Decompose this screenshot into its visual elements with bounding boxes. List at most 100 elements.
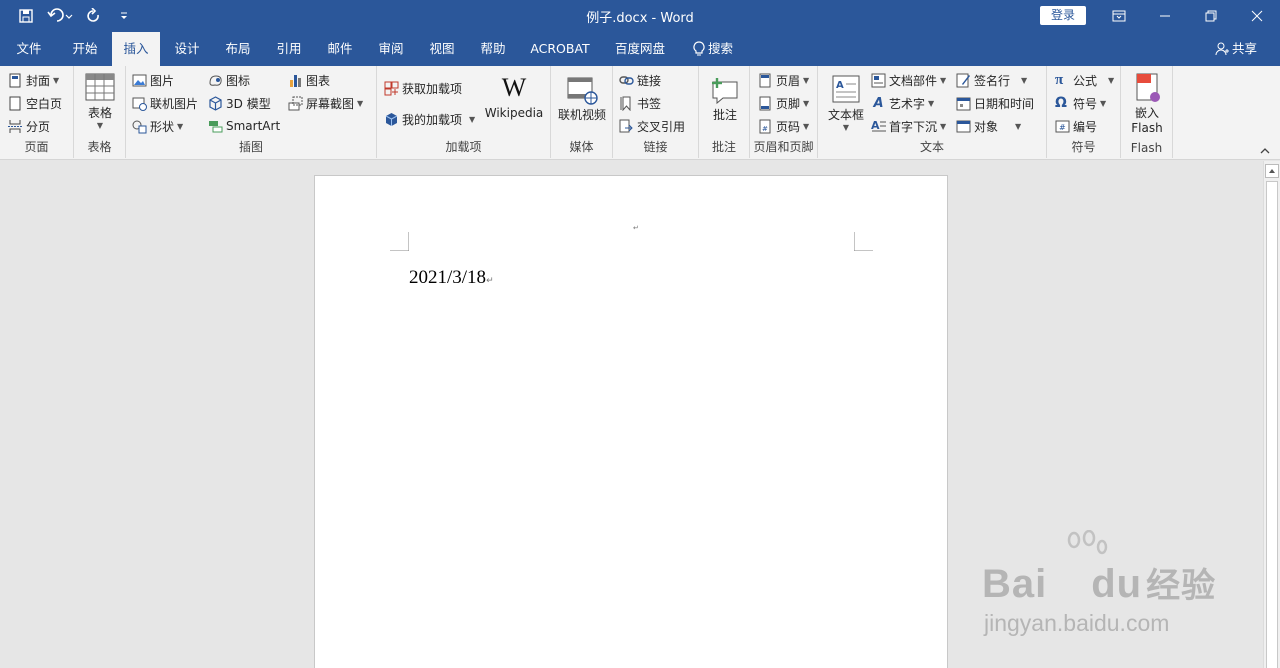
icons-icon	[208, 73, 223, 88]
ribbon-tabs: 文件 开始 插入 设计 布局 引用 邮件 审阅 视图 帮助 ACROBAT 百度…	[0, 32, 1280, 66]
watermark-brand-2: du	[1091, 562, 1143, 606]
tab-search-label: 搜索	[707, 41, 733, 56]
picture-button[interactable]: 图片	[132, 70, 174, 90]
chart-button[interactable]: 图表	[288, 70, 330, 90]
vertical-scrollbar[interactable]	[1263, 161, 1280, 668]
wordart-button[interactable]: A 艺术字 ▼	[871, 93, 934, 113]
numbering-button[interactable]: # 编号	[1055, 116, 1097, 136]
watermark-url: jingyan.baidu.com	[984, 610, 1170, 636]
wikipedia-button[interactable]: W Wikipedia	[483, 73, 545, 121]
tab-view[interactable]: 视图	[419, 32, 465, 66]
quick-parts-icon	[871, 73, 886, 88]
comment-button[interactable]: 批注	[705, 74, 745, 123]
minimize-icon[interactable]	[1142, 0, 1188, 32]
screenshot-icon	[288, 96, 303, 111]
icons-label: 图标	[226, 73, 251, 88]
textbox-button[interactable]: A 文本框 ▼	[824, 74, 868, 132]
tab-acrobat[interactable]: ACROBAT	[524, 32, 596, 66]
page-break-label: 分页	[26, 119, 51, 134]
tab-home[interactable]: 开始	[60, 32, 110, 66]
chevron-down-icon: ▼	[1108, 75, 1115, 85]
embed-flash-button[interactable]: 嵌入 Flash	[1125, 72, 1169, 135]
cover-page-button[interactable]: 封面 ▼	[8, 70, 59, 90]
group-illustrations: 图片 联机图片 形状▼ 图标 3D 模型 SmartArt 图表 屏幕截图▼	[126, 66, 377, 158]
group-header-footer-label: 页眉和页脚	[753, 140, 814, 154]
chevron-down-icon: ▼	[803, 121, 810, 131]
omega-icon: Ω	[1055, 94, 1067, 111]
textbox-label: 文本框	[827, 108, 864, 122]
embed-flash-label-2: Flash	[1131, 121, 1163, 135]
header-label: 页眉	[776, 73, 801, 88]
chevron-down-icon: ▼	[940, 75, 947, 85]
tab-help[interactable]: 帮助	[470, 32, 516, 66]
group-links: 链接 书签 交叉引用 链接	[613, 66, 699, 158]
quick-parts-button[interactable]: 文档部件 ▼	[871, 70, 946, 90]
scroll-thumb[interactable]	[1266, 181, 1278, 668]
svg-text:A: A	[836, 80, 844, 91]
paragraph-mark: ↵	[486, 276, 494, 286]
tab-review[interactable]: 审阅	[368, 32, 414, 66]
table-button[interactable]: 表格 ▼	[82, 72, 118, 130]
tab-design[interactable]: 设计	[164, 32, 210, 66]
online-picture-button[interactable]: 联机图片	[132, 93, 198, 113]
online-video-button[interactable]: 联机视频	[555, 74, 609, 123]
online-video-label: 联机视频	[557, 108, 606, 122]
footer-label: 页脚	[776, 96, 801, 111]
share-button[interactable]: 共享	[1206, 32, 1266, 66]
shapes-button[interactable]: 形状 ▼	[132, 116, 183, 136]
tab-file[interactable]: 文件	[6, 32, 52, 66]
smartart-label: SmartArt	[226, 119, 281, 133]
group-flash-label: Flash	[1130, 141, 1163, 155]
3d-model-button[interactable]: 3D 模型	[208, 93, 274, 113]
document-page[interactable]: ↵	[314, 175, 948, 668]
symbol-button[interactable]: Ω 符号 ▼	[1055, 93, 1106, 113]
chevron-down-icon: ▼	[928, 98, 935, 108]
group-media: 联机视频 媒体	[551, 66, 613, 158]
date-text: 2021/3/18	[409, 267, 487, 288]
tab-references[interactable]: 引用	[266, 32, 312, 66]
wordart-label: 艺术字	[889, 96, 926, 111]
screenshot-button[interactable]: 屏幕截图 ▼	[288, 93, 363, 113]
tab-mailings[interactable]: 邮件	[317, 32, 363, 66]
table-label: 表格	[87, 106, 112, 120]
header-button[interactable]: 页眉 ▼	[758, 70, 809, 90]
close-icon[interactable]	[1234, 0, 1280, 32]
signature-line-label: 签名行	[974, 73, 1011, 88]
cross-reference-button[interactable]: 交叉引用	[619, 116, 685, 136]
collapse-ribbon-icon[interactable]	[1258, 144, 1272, 158]
my-addins-button[interactable]: 我的加载项 ▼	[384, 109, 475, 129]
cube-icon	[208, 95, 223, 111]
scroll-up-button[interactable]	[1265, 164, 1279, 178]
ribbon-display-options-icon[interactable]	[1096, 0, 1142, 32]
group-symbols-label: 符号	[1071, 140, 1096, 154]
signature-line-button[interactable]: 签名行 ▼	[956, 70, 1027, 90]
header-icon	[758, 73, 773, 88]
page-break-button[interactable]: 分页	[8, 116, 50, 136]
tab-baidu-netdisk[interactable]: 百度网盘	[608, 32, 672, 66]
link-button[interactable]: 链接	[619, 70, 661, 90]
wikipedia-icon: W	[501, 73, 527, 102]
smartart-button[interactable]: SmartArt	[208, 116, 280, 136]
margin-corner-top-right	[854, 232, 873, 251]
footer-button[interactable]: 页脚 ▼	[758, 93, 809, 113]
document-text[interactable]: 2021/3/18↵	[409, 267, 494, 289]
tab-search[interactable]: 搜索	[688, 32, 738, 66]
dropcap-button[interactable]: A 首字下沉 ▼	[871, 116, 946, 136]
page-number-button[interactable]: # 页码 ▼	[758, 116, 809, 136]
bookmark-label: 书签	[637, 96, 662, 111]
object-button[interactable]: 对象 ▼	[956, 116, 1021, 136]
blank-page-button[interactable]: 空白页	[8, 93, 62, 113]
restore-icon[interactable]	[1188, 0, 1234, 32]
bookmark-button[interactable]: 书签	[619, 93, 661, 113]
shapes-icon	[132, 119, 147, 134]
tab-insert[interactable]: 插入	[112, 32, 160, 66]
login-button[interactable]: 登录	[1040, 6, 1086, 25]
group-pages-label: 页面	[24, 140, 49, 154]
link-label: 链接	[637, 73, 662, 88]
equation-button[interactable]: π 公式 ▼	[1055, 70, 1114, 90]
page-number-icon: #	[758, 119, 773, 134]
get-addins-button[interactable]: 获取加载项	[384, 78, 462, 98]
tab-layout[interactable]: 布局	[215, 32, 261, 66]
icons-button[interactable]: 图标	[208, 70, 250, 90]
date-time-button[interactable]: 日期和时间	[956, 93, 1034, 113]
